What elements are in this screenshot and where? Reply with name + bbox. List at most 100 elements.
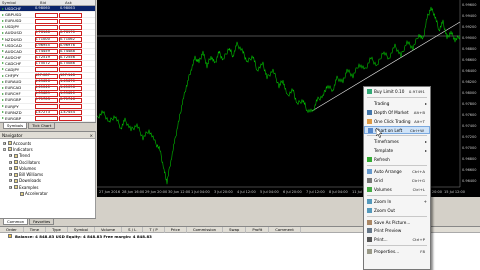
folder-icon xyxy=(7,141,12,146)
bid-flash-box xyxy=(35,43,58,49)
menu-item-label: One Click Trading xyxy=(374,118,411,124)
terminal-column-header[interactable]: Symbol xyxy=(68,226,95,233)
expand-toggle-icon[interactable]: + xyxy=(3,141,6,145)
folder-icon xyxy=(7,147,12,152)
menu-item[interactable]: Depth Of Market Alt+B xyxy=(364,108,430,117)
navigator-panel: Navigator × + Accounts - Indicators + Trend + O… xyxy=(0,131,96,226)
symbol-arrow-icon xyxy=(2,7,4,10)
expand-toggle-icon[interactable]: + xyxy=(9,160,12,164)
navigator-item-label: Examples xyxy=(19,184,39,190)
menu-item-label: Grid xyxy=(374,177,383,183)
price-tick-label: 0.97000 xyxy=(462,146,476,150)
expand-toggle-icon[interactable]: + xyxy=(9,179,12,183)
folder-icon xyxy=(13,185,18,190)
market-watch-row[interactable]: EURGBP xyxy=(0,116,95,122)
menu-item-label: Template xyxy=(374,148,394,154)
terminal-column-header[interactable]: Price xyxy=(165,226,187,233)
price-tick-label: 0.98400 xyxy=(462,69,476,73)
terminal-column-header[interactable]: Order xyxy=(0,226,24,233)
column-bid[interactable]: Bid xyxy=(34,0,59,5)
expand-toggle-icon[interactable]: + xyxy=(9,173,12,177)
expand-toggle-icon[interactable]: + xyxy=(9,154,12,158)
properties-icon xyxy=(367,249,372,255)
zoom-out-icon xyxy=(367,207,372,213)
menu-shortcut: Alt+B xyxy=(413,109,425,115)
menu-shortcut: Ctrl+W xyxy=(409,127,424,133)
symbol-arrow-icon xyxy=(2,50,4,53)
symbol-name: EURUSD xyxy=(5,18,22,24)
menu-item[interactable]: Volumes Ctrl+L xyxy=(364,185,430,194)
terminal-column-header[interactable]: Volume xyxy=(95,226,123,233)
time-tick-label: 1 Jul 04:00 xyxy=(191,190,210,194)
menu-item[interactable]: Properties... F8 xyxy=(364,247,430,256)
print-icon xyxy=(367,237,372,243)
menu-item[interactable]: Timeframes ▸ xyxy=(364,137,430,146)
market-watch-list: USDCHF 0.98060 0.98063 GBPUSD EURUSD USDJPY AU… xyxy=(0,6,95,122)
terminal-column-header[interactable]: Time xyxy=(24,226,47,233)
close-icon[interactable]: × xyxy=(89,133,93,138)
terminal-column-header[interactable]: T / P xyxy=(143,226,165,233)
symbol-cell: EURNZD xyxy=(0,110,34,115)
menu-item[interactable]: Zoom Out xyxy=(364,206,430,215)
expand-toggle-icon[interactable]: + xyxy=(9,166,12,170)
bid-flash-box xyxy=(35,36,58,42)
tab-favorites[interactable]: Favorites xyxy=(29,219,55,225)
menu-item[interactable]: Trading ▸ xyxy=(364,99,430,108)
menu-item[interactable]: Zoom In + xyxy=(364,197,430,206)
folder-icon xyxy=(13,172,18,177)
symbol-cell: EURGBP xyxy=(0,116,34,121)
menu-item[interactable]: One Click Trading Alt+T xyxy=(364,117,430,126)
bid-flash-box xyxy=(35,55,58,61)
save-picture-icon xyxy=(367,219,372,225)
column-symbol[interactable]: Symbol xyxy=(0,0,34,5)
menu-item[interactable]: Print Preview xyxy=(364,226,430,235)
ask-flash-box xyxy=(59,97,82,103)
menu-item[interactable]: Buy Limit 0.10 0.97491 xyxy=(364,87,430,96)
column-ask[interactable]: Ask xyxy=(59,0,84,5)
terminal-column-header[interactable]: Type xyxy=(46,226,68,233)
expand-toggle-icon[interactable]: - xyxy=(3,147,6,151)
tab-symbols[interactable]: Symbols xyxy=(3,123,28,129)
tab-common[interactable]: Common xyxy=(3,219,29,225)
symbol-name: EURNZD xyxy=(5,109,22,115)
market-watch-panel: Symbol Bid Ask USDCHF 0.98060 0.98063 GBPUS… xyxy=(0,0,96,130)
ask-flash-box xyxy=(59,67,82,73)
navigator-item-label: Volumes xyxy=(19,165,36,171)
time-tick-label: 5 Jul 04:00 xyxy=(260,190,279,194)
menu-separator xyxy=(367,245,427,247)
navigator-item-label: Bill Williams xyxy=(19,172,44,178)
ask-flash-box xyxy=(59,116,82,122)
symbol-arrow-icon xyxy=(2,13,4,16)
depth-icon xyxy=(367,109,372,115)
menu-item[interactable]: Chart on Left Ctrl+W xyxy=(364,125,430,135)
menu-item[interactable]: Save As Picture... xyxy=(364,218,430,227)
navigator-item-label: Accelerator xyxy=(25,191,48,197)
symbol-name: EURAUD xyxy=(5,79,22,85)
menu-item[interactable]: Print... Ctrl+P xyxy=(364,235,430,244)
terminal-column-header[interactable]: Commission xyxy=(187,226,224,233)
price-tick-label: 0.99000 xyxy=(462,36,476,40)
navigator-header: Navigator × xyxy=(0,132,95,139)
time-tick-label: 28 Jun 16:00 xyxy=(122,190,144,194)
expand-toggle-icon[interactable]: + xyxy=(9,185,12,189)
menu-shortcut: Ctrl+A xyxy=(412,169,425,175)
navigator-item[interactable]: Accelerator xyxy=(0,190,95,196)
tab-tick-chart[interactable]: Tick Chart xyxy=(28,123,56,129)
terminal-column-header[interactable]: Swap xyxy=(223,226,247,233)
menu-item[interactable]: Template ▸ xyxy=(364,146,430,155)
terminal-column-header[interactable]: Comment xyxy=(269,226,301,233)
terminal-column-header[interactable]: Profit xyxy=(246,226,270,233)
menu-item[interactable]: Auto Arrange Ctrl+A xyxy=(364,167,430,176)
ask-flash-box xyxy=(59,12,82,18)
terminal-column-header[interactable]: S / L xyxy=(122,226,144,233)
symbol-cell: EURCHF xyxy=(0,91,34,96)
symbol-cell: USDCAD xyxy=(0,43,34,48)
time-tick-label: 30 Jun 12:00 xyxy=(168,190,190,194)
menu-item[interactable]: Grid Ctrl+G xyxy=(364,176,430,185)
bid-flash-box xyxy=(35,67,58,73)
price-tick-label: 0.97600 xyxy=(462,113,476,117)
grid-icon xyxy=(367,177,372,183)
menu-item[interactable]: Refresh xyxy=(364,155,430,164)
price-tick-label: 0.98600 xyxy=(462,58,476,62)
bid-flash-box xyxy=(35,91,58,97)
